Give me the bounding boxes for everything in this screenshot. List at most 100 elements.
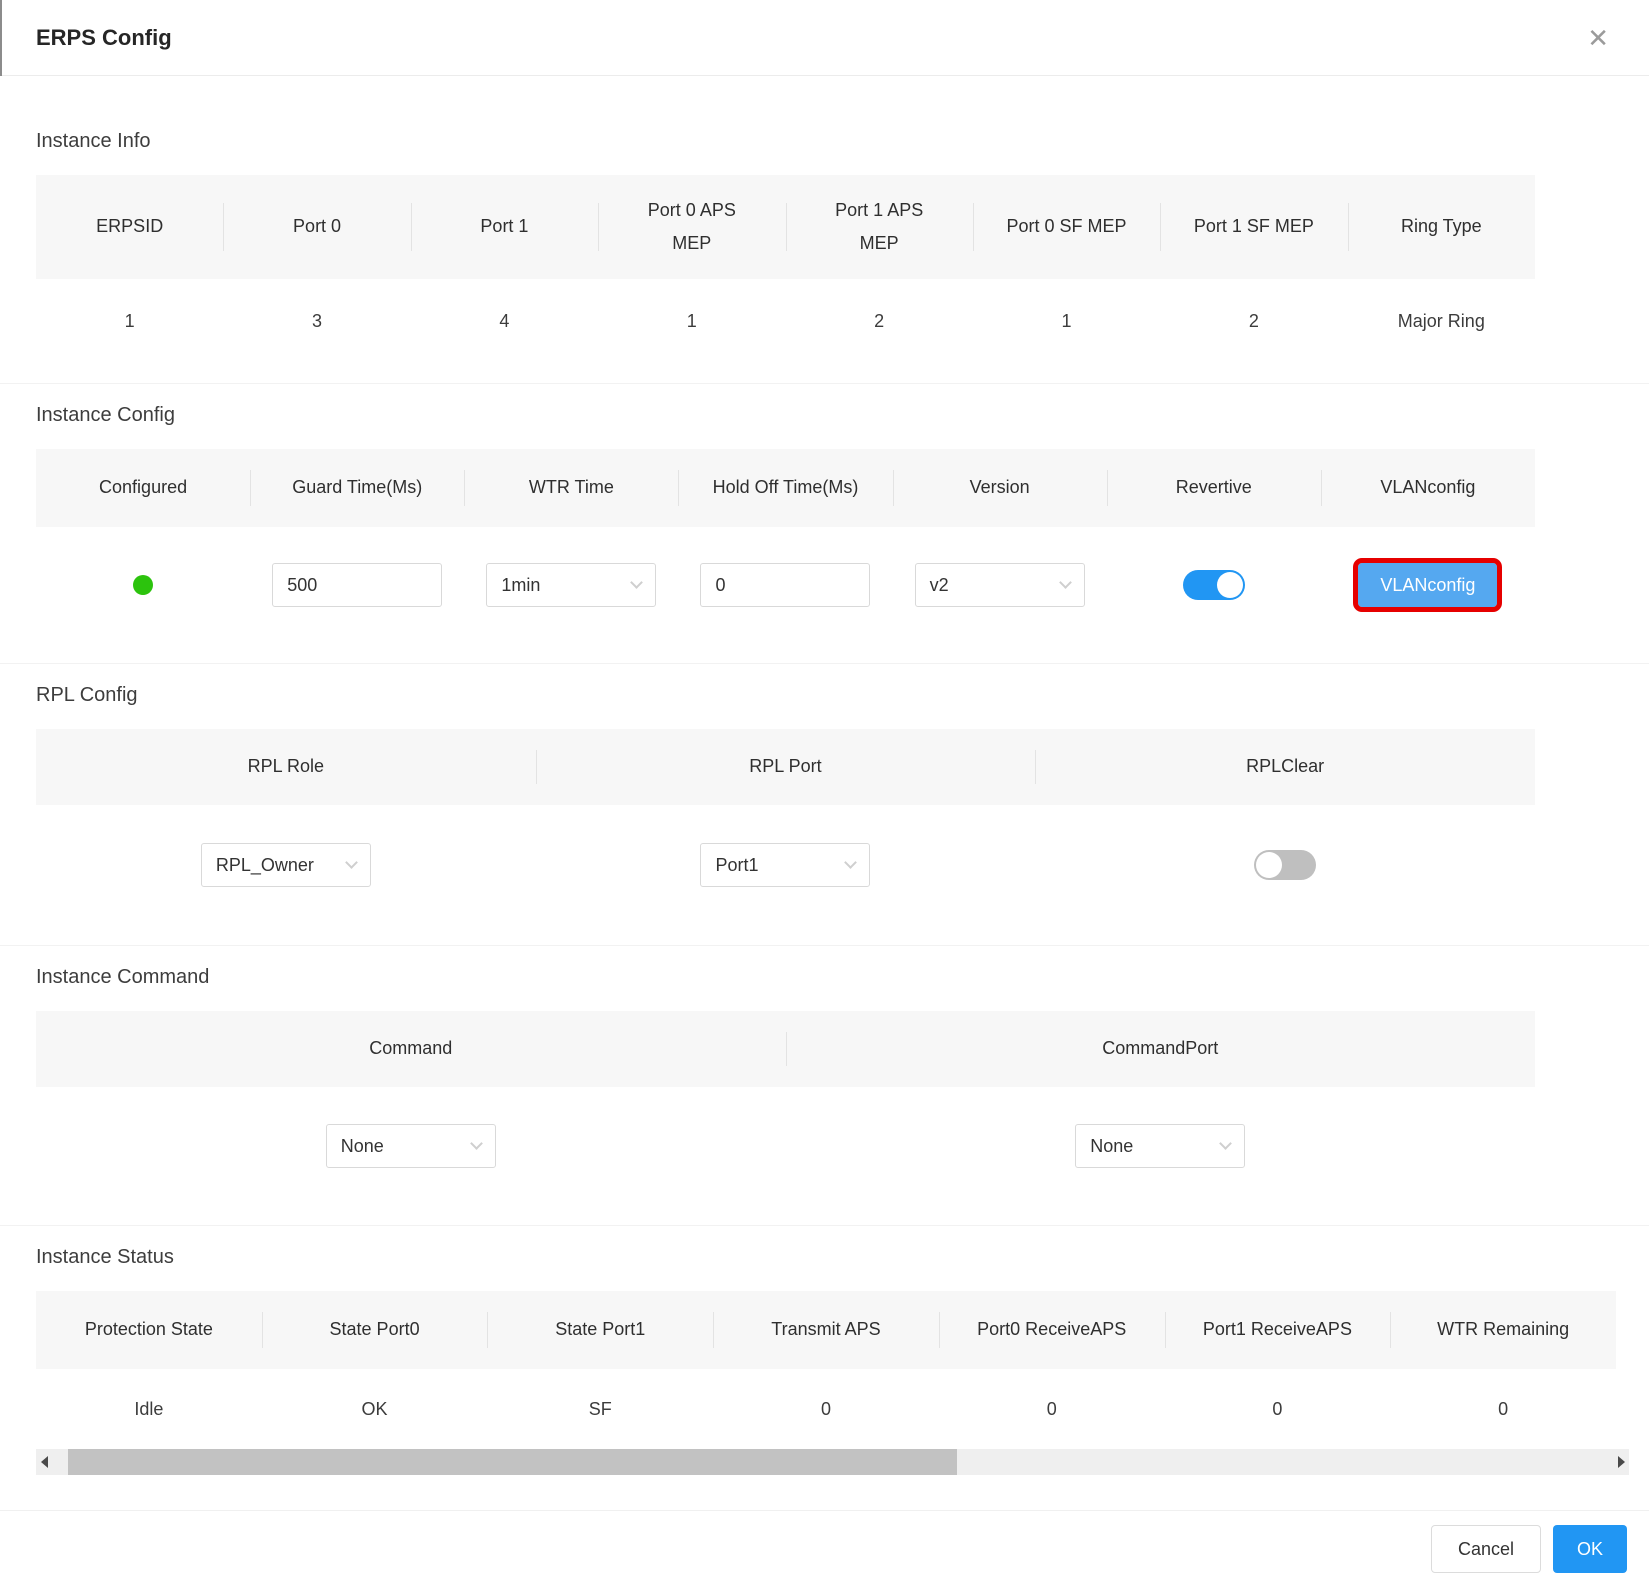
value-cell: 1 [973, 279, 1160, 363]
version-value: v2 [930, 575, 949, 596]
value-cell: 4 [411, 279, 598, 363]
hold-off-time-input[interactable] [700, 563, 870, 607]
header-cell: Port 1 APS MEP [786, 175, 973, 279]
section-instance-info: Instance Info ERPSID Port 0 Port 1 Port … [0, 76, 1649, 383]
rpl-config-table: RPL Role RPL Port RPLClear RPL_Owner Por… [36, 729, 1535, 925]
value-cell: SF [487, 1369, 713, 1449]
header-cell: Port 1 SF MEP [1160, 175, 1347, 279]
rpl-config-value-row: RPL_Owner Port1 [36, 805, 1535, 925]
version-select[interactable]: v2 [915, 563, 1085, 607]
instance-info-value-row: 1 3 4 1 2 1 2 Major Ring [36, 279, 1535, 363]
chevron-down-icon [345, 856, 358, 869]
instance-config-value-row: 1min v2 VLANconfig [36, 527, 1535, 643]
header-cell: Port 0 [223, 175, 410, 279]
instance-status-value-row: Idle OK SF 0 0 0 0 [36, 1369, 1616, 1449]
section-rpl-config: RPL Config RPL Role RPL Port RPLClear RP… [0, 663, 1649, 945]
header-cell: Hold Off Time(Ms) [678, 449, 892, 527]
chevron-down-icon [845, 856, 858, 869]
header-cell: Version [893, 449, 1107, 527]
header-cell: Revertive [1107, 449, 1321, 527]
header-cell: Command [36, 1011, 786, 1087]
section-instance-command: Instance Command Command CommandPort Non… [0, 945, 1649, 1225]
value-cell: Major Ring [1348, 279, 1535, 363]
guard-time-input[interactable] [272, 563, 442, 607]
rpl-port-value: Port1 [715, 855, 758, 876]
scrollbar-track[interactable] [52, 1449, 1613, 1475]
value-cell: 0 [713, 1369, 939, 1449]
header-cell: State Port0 [262, 1291, 488, 1369]
section-label-rpl-config: RPL Config [36, 684, 1613, 707]
dialog-footer: Cancel OK [0, 1510, 1649, 1587]
header-cell: Port 0 SF MEP [973, 175, 1160, 279]
command-port-value: None [1090, 1136, 1133, 1157]
rpl-role-value: RPL_Owner [216, 855, 314, 876]
header-cell: CommandPort [786, 1011, 1536, 1087]
command-select[interactable]: None [326, 1124, 496, 1168]
value-cell: OK [262, 1369, 488, 1449]
header-cell: RPL Role [36, 729, 536, 805]
header-cell: Transmit APS [713, 1291, 939, 1369]
dialog-title: ERPS Config [36, 25, 172, 51]
scrollbar-right-arrow-icon[interactable] [1613, 1449, 1629, 1475]
configured-indicator [133, 575, 153, 595]
scrollbar-thumb[interactable] [68, 1449, 958, 1475]
section-label-instance-config: Instance Config [36, 404, 1613, 427]
instance-status-table: Protection State State Port0 State Port1… [36, 1291, 1616, 1449]
header-cell: Port1 ReceiveAPS [1165, 1291, 1391, 1369]
dialog-header: ERPS Config ✕ [0, 0, 1649, 76]
toggle-knob [1217, 572, 1243, 598]
instance-info-header-row: ERPSID Port 0 Port 1 Port 0 APS MEP Port… [36, 175, 1535, 279]
command-port-select[interactable]: None [1075, 1124, 1245, 1168]
instance-status-header-row: Protection State State Port0 State Port1… [36, 1291, 1616, 1369]
toggle-knob [1256, 852, 1282, 878]
wtr-time-select[interactable]: 1min [486, 563, 656, 607]
header-cell: Guard Time(Ms) [250, 449, 464, 527]
rpl-role-select[interactable]: RPL_Owner [201, 843, 371, 887]
rpl-clear-toggle[interactable] [1254, 850, 1316, 880]
scrollbar-left-arrow-icon[interactable] [36, 1449, 52, 1475]
section-label-instance-status: Instance Status [36, 1246, 1613, 1269]
header-cell: ERPSID [36, 175, 223, 279]
value-cell: 1 [36, 279, 223, 363]
header-cell: Protection State [36, 1291, 262, 1369]
screen-edge-artifact [0, 0, 2, 76]
instance-command-header-row: Command CommandPort [36, 1011, 1535, 1087]
header-cell: Configured [36, 449, 250, 527]
cancel-button[interactable]: Cancel [1431, 1525, 1541, 1573]
header-cell: VLANconfig [1321, 449, 1535, 527]
vlanconfig-button[interactable]: VLANconfig [1358, 563, 1497, 607]
instance-config-header-row: Configured Guard Time(Ms) WTR Time Hold … [36, 449, 1535, 527]
header-cell: WTR Remaining [1390, 1291, 1616, 1369]
value-cell: 1 [598, 279, 785, 363]
value-cell: 0 [1165, 1369, 1391, 1449]
instance-command-value-row: None None [36, 1087, 1535, 1205]
value-cell: 2 [786, 279, 973, 363]
header-cell: Port 0 APS MEP [598, 175, 785, 279]
horizontal-scrollbar[interactable] [36, 1449, 1629, 1475]
command-value: None [341, 1136, 384, 1157]
chevron-down-icon [1059, 576, 1072, 589]
instance-info-table: ERPSID Port 0 Port 1 Port 0 APS MEP Port… [36, 175, 1535, 363]
rpl-config-header-row: RPL Role RPL Port RPLClear [36, 729, 1535, 805]
value-cell: 0 [939, 1369, 1165, 1449]
chevron-down-icon [1219, 1137, 1232, 1150]
revertive-toggle[interactable] [1183, 570, 1245, 600]
header-cell: Port 1 [411, 175, 598, 279]
wtr-time-value: 1min [501, 575, 540, 596]
header-cell: RPL Port [536, 729, 1036, 805]
close-icon[interactable]: ✕ [1583, 21, 1613, 55]
value-cell: 2 [1160, 279, 1347, 363]
ok-button[interactable]: OK [1553, 1525, 1627, 1573]
chevron-down-icon [470, 1137, 483, 1150]
header-cell: Ring Type [1348, 175, 1535, 279]
section-label-instance-info: Instance Info [36, 130, 1613, 153]
value-cell: 0 [1390, 1369, 1616, 1449]
section-instance-status: Instance Status Protection State State P… [0, 1225, 1649, 1495]
chevron-down-icon [630, 576, 643, 589]
header-cell: Port0 ReceiveAPS [939, 1291, 1165, 1369]
value-cell: 3 [223, 279, 410, 363]
instance-command-table: Command CommandPort None None [36, 1011, 1535, 1205]
header-cell: State Port1 [487, 1291, 713, 1369]
section-label-instance-command: Instance Command [36, 966, 1613, 989]
rpl-port-select[interactable]: Port1 [700, 843, 870, 887]
